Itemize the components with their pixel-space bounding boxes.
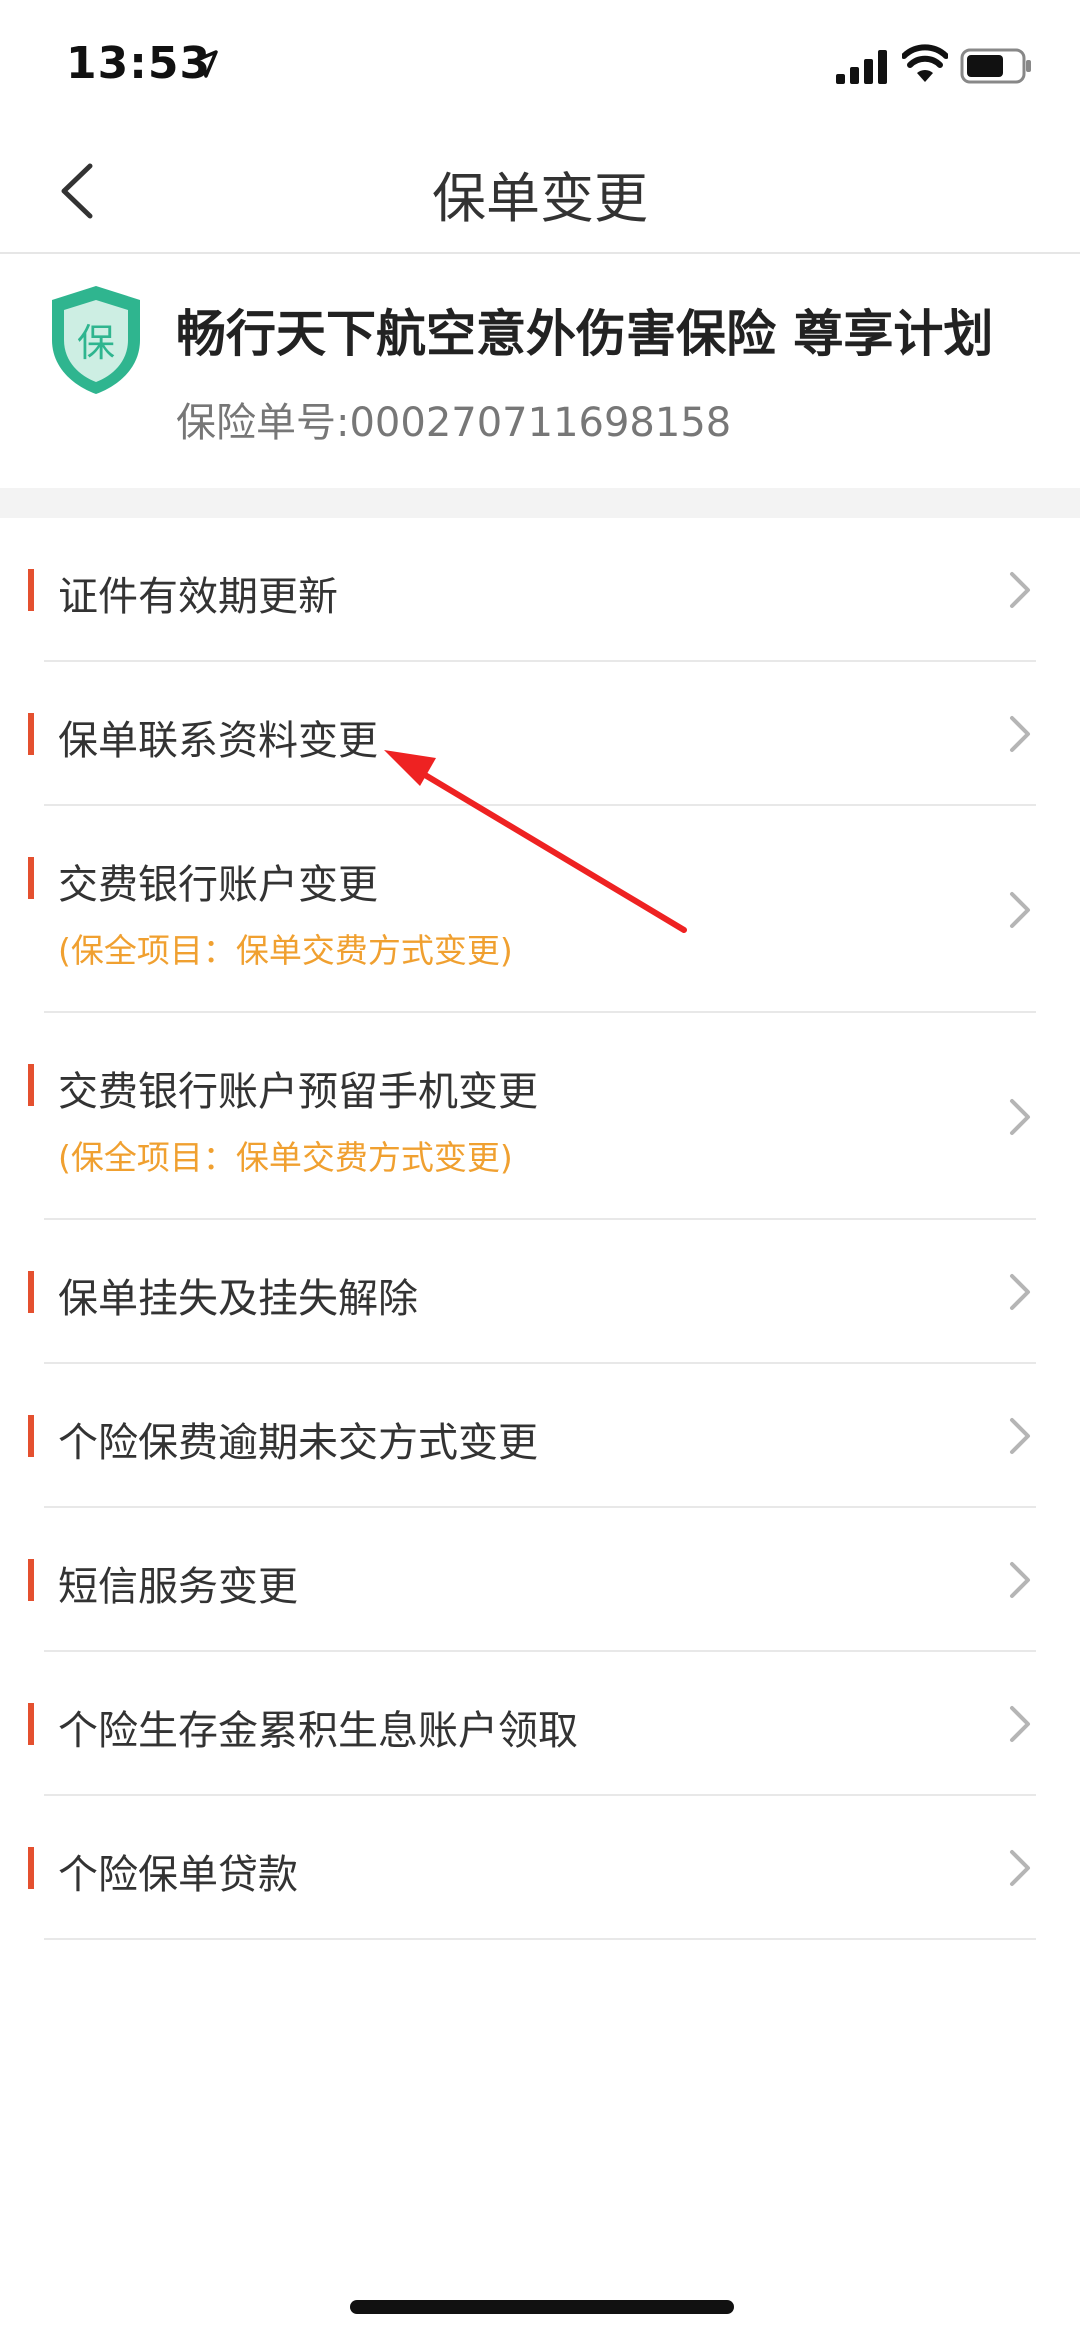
menu-list: 证件有效期更新 保单联系资料变更 交费银行账户变更 (保全项目：保单交费方式变更… (0, 518, 1080, 1940)
menu-item-label: 个险保单贷款 (58, 1852, 298, 1898)
battery-icon (960, 48, 1031, 84)
divider (44, 1938, 1036, 1940)
menu-item-label: 个险保费逾期未交方式变更 (58, 1420, 538, 1466)
accent-bar (28, 857, 34, 899)
menu-item-label: 交费银行账户预留手机变更 (58, 1069, 538, 1115)
accent-bar (28, 1703, 34, 1745)
chevron-right-icon (1010, 892, 1030, 928)
menu-item-bank-phone-change[interactable]: 交费银行账户预留手机变更 (保全项目：保单交费方式变更) (0, 1013, 1080, 1220)
menu-item-label: 短信服务变更 (58, 1564, 298, 1610)
menu-item-policy-loan[interactable]: 个险保单贷款 (0, 1796, 1080, 1940)
shield-icon: 保 (52, 286, 140, 394)
accent-bar (28, 713, 34, 755)
chevron-right-icon (1010, 1562, 1030, 1598)
menu-item-sms-service-change[interactable]: 短信服务变更 (0, 1508, 1080, 1652)
chevron-right-icon (1010, 1099, 1030, 1135)
menu-item-survival-benefit-withdrawal[interactable]: 个险生存金累积生息账户领取 (0, 1652, 1080, 1796)
menu-item-label: 个险生存金累积生息账户领取 (58, 1708, 578, 1754)
menu-item-label: 保单挂失及挂失解除 (58, 1276, 418, 1322)
policy-card: 保 畅行天下航空意外伤害保险 尊享计划 保险单号:000270711698158 (0, 254, 1080, 488)
location-arrow-icon (190, 50, 218, 78)
menu-item-id-validity-update[interactable]: 证件有效期更新 (0, 518, 1080, 662)
wifi-icon (902, 44, 948, 82)
page-title: 保单变更 (432, 167, 648, 230)
menu-item-bank-account-change[interactable]: 交费银行账户变更 (保全项目：保单交费方式变更) (0, 806, 1080, 1013)
signal-icon (836, 50, 887, 84)
section-gap (0, 488, 1080, 518)
chevron-right-icon (1010, 1418, 1030, 1454)
menu-item-label: 保单联系资料变更 (58, 718, 378, 764)
accent-bar (28, 1271, 34, 1313)
menu-item-subtitle: (保全项目：保单交费方式变更) (58, 931, 513, 970)
accent-bar (28, 1415, 34, 1457)
menu-item-contact-info-change[interactable]: 保单联系资料变更 (0, 662, 1080, 806)
shield-badge-text: 保 (77, 321, 115, 365)
policy-number: 保险单号:000270711698158 (176, 400, 732, 446)
policy-name: 畅行天下航空意外伤害保险 尊享计划 (176, 305, 994, 363)
status-bar: 13:53 (0, 0, 1080, 130)
accent-bar (28, 1064, 34, 1106)
chevron-right-icon (1010, 1274, 1030, 1310)
home-indicator (350, 2300, 734, 2314)
chevron-right-icon (1010, 572, 1030, 608)
menu-item-label: 交费银行账户变更 (58, 862, 378, 908)
accent-bar (28, 1559, 34, 1601)
chevron-right-icon (1010, 1850, 1030, 1886)
accent-bar (28, 569, 34, 611)
menu-item-subtitle: (保全项目：保单交费方式变更) (58, 1138, 513, 1177)
nav-bar: 保单变更 (0, 130, 1080, 254)
menu-item-report-loss[interactable]: 保单挂失及挂失解除 (0, 1220, 1080, 1364)
menu-item-label: 证件有效期更新 (58, 574, 338, 620)
menu-item-overdue-payment-change[interactable]: 个险保费逾期未交方式变更 (0, 1364, 1080, 1508)
chevron-right-icon (1010, 1706, 1030, 1742)
chevron-right-icon (1010, 716, 1030, 752)
accent-bar (28, 1847, 34, 1889)
